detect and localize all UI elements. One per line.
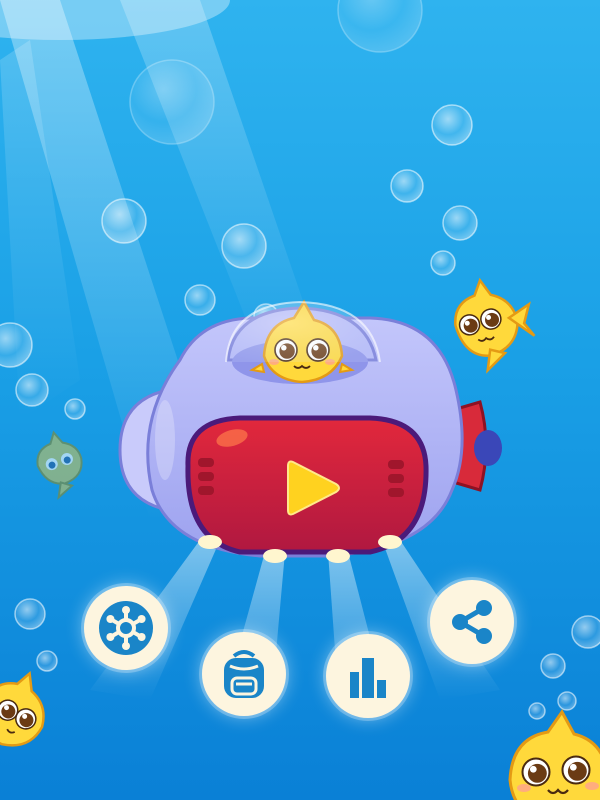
submarine: [90, 299, 502, 720]
play-button[interactable]: [250, 440, 360, 540]
leaderboard-button[interactable]: [326, 634, 410, 718]
backpack-icon: [224, 650, 264, 698]
bar-chart-icon: [350, 658, 386, 698]
share-button[interactable]: [430, 580, 514, 664]
settings-button[interactable]: [84, 586, 168, 670]
share-icon: [452, 600, 492, 644]
game-menu-screen: [0, 0, 600, 800]
backpack-button[interactable]: [202, 632, 286, 716]
gear-icon: [99, 601, 153, 655]
